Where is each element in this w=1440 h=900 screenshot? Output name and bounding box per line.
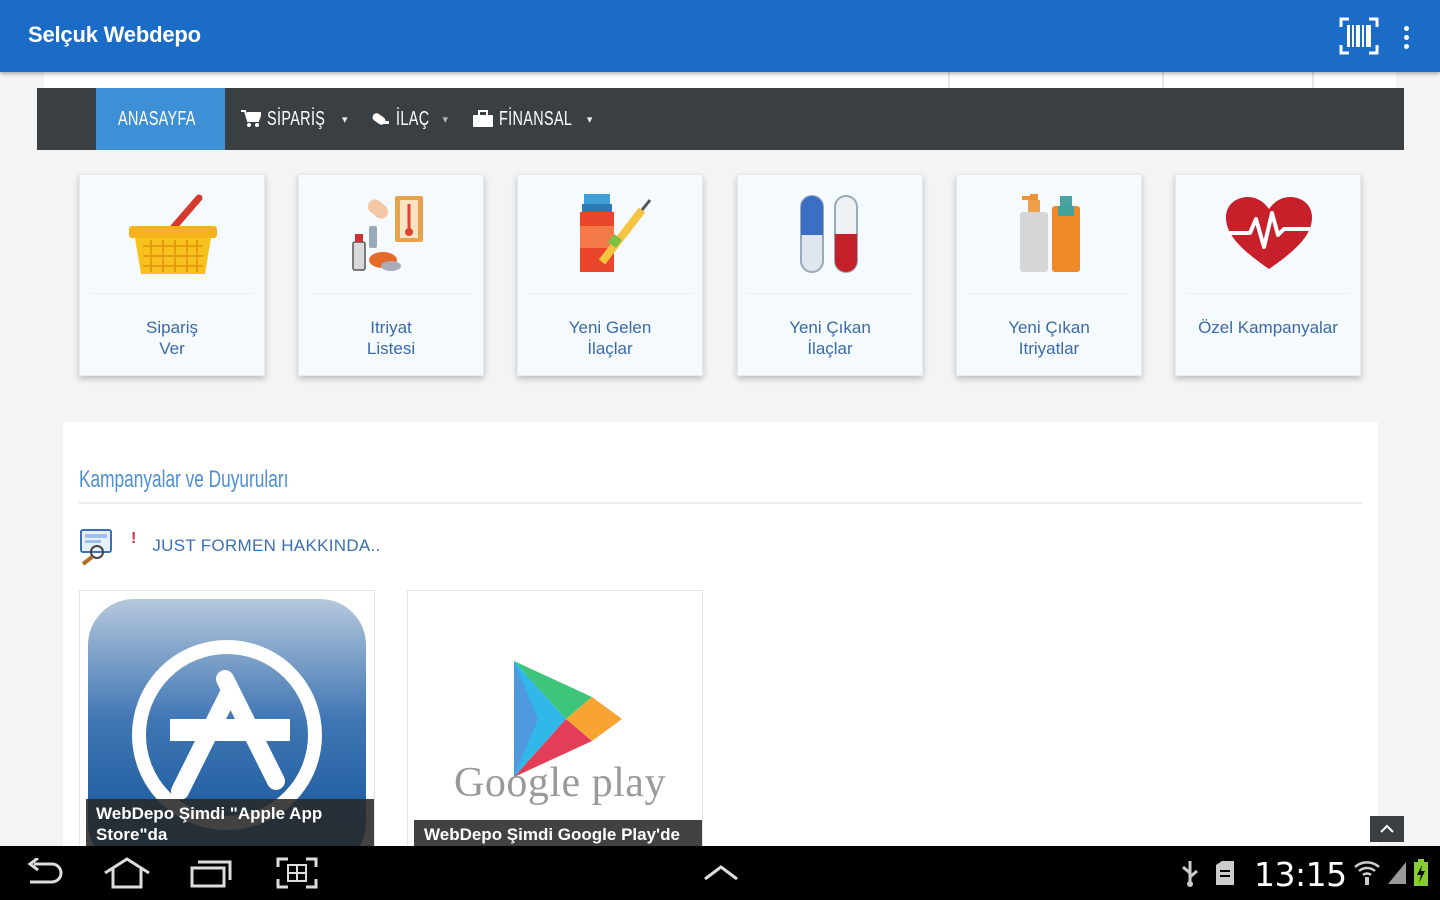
web-content: ANASAYFA SİPARİŞ ▾ İLAÇ ▾ FİNANSAL ▾ Sip… xyxy=(0,72,1440,846)
usb-status xyxy=(1178,854,1202,892)
sd-card-status xyxy=(1212,854,1238,892)
wifi-icon xyxy=(1354,861,1380,885)
barcode-scan-button[interactable] xyxy=(1338,16,1380,56)
tile-ozel-kampanyalar[interactable]: Özel Kampanyalar xyxy=(1175,174,1361,376)
home-outline-icon xyxy=(104,857,150,889)
recent-apps-icon xyxy=(190,860,232,888)
tile-siparis-ver[interactable]: Sipariş Ver xyxy=(79,174,265,376)
news-item-title[interactable]: JUST FORMEN HAKKINDA.. xyxy=(152,536,380,556)
pill-icon xyxy=(372,113,389,125)
test-tubes-icon xyxy=(800,195,858,273)
nav-ilac[interactable]: İLAÇ ▾ xyxy=(370,88,448,150)
screenshot-icon xyxy=(276,857,318,889)
nav-siparis[interactable]: SİPARİŞ ▾ xyxy=(241,88,347,150)
scroll-to-top-button[interactable] xyxy=(1370,816,1404,842)
back-icon xyxy=(27,858,63,884)
tile-yeni-cikan-itriyatlar[interactable]: Yeni Çıkan Itriyatlar xyxy=(956,174,1142,376)
overflow-menu-icon xyxy=(1403,25,1409,31)
usb-icon xyxy=(1182,861,1198,887)
monitor-search-icon xyxy=(80,529,112,566)
signal-icon xyxy=(1388,862,1406,884)
google-play-logo-text: Google play xyxy=(454,760,666,806)
app-bar: Selçuk Webdepo xyxy=(0,0,1440,72)
medicine-bottle-icon xyxy=(580,194,652,272)
sd-card-icon xyxy=(1216,861,1234,885)
signal-status xyxy=(1386,854,1408,892)
news-item[interactable]: ! JUST FORMEN HAKKINDA.. xyxy=(79,526,381,566)
recent-apps-button[interactable] xyxy=(188,854,234,892)
heartbeat-icon xyxy=(1226,197,1312,269)
status-clock: 13:15 xyxy=(1254,855,1347,894)
tile-yeni-cikan-ilaclar[interactable]: Yeni Çıkan İlaçlar xyxy=(737,174,923,376)
home-button[interactable] xyxy=(102,854,152,892)
google-play-icon xyxy=(514,661,622,777)
overflow-menu-button[interactable] xyxy=(1394,18,1418,56)
screenshot-button[interactable] xyxy=(274,854,320,892)
announcements-panel: Kampanyalar ve Duyuruları ! JUST FORMEN … xyxy=(63,422,1378,846)
wifi-status xyxy=(1352,854,1382,892)
app-title: Selçuk Webdepo xyxy=(28,22,201,47)
system-navigation-bar: 13:15 xyxy=(0,846,1440,900)
nav-finansal[interactable]: FİNANSAL ▾ xyxy=(473,88,592,150)
app-store-card[interactable]: WebDepo Şimdi "Apple App Store"da xyxy=(79,590,375,846)
basket-icon xyxy=(129,194,217,274)
google-play-card[interactable]: Google play WebDepo Şimdi Google Play'de xyxy=(407,590,703,846)
chevron-up-icon xyxy=(704,865,738,881)
barcode-scan-icon xyxy=(1339,17,1379,55)
nav-anasayfa[interactable]: ANASAYFA xyxy=(96,88,225,150)
google-play-caption: WebDepo Şimdi Google Play'de xyxy=(414,820,702,846)
announcements-heading: Kampanyalar ve Duyuruları xyxy=(79,466,289,493)
top-strip xyxy=(44,72,1396,88)
main-navbar: ANASAYFA SİPARİŞ ▾ İLAÇ ▾ FİNANSAL ▾ xyxy=(37,88,1404,150)
app-store-caption: WebDepo Şimdi "Apple App Store"da xyxy=(86,799,374,846)
news-alert-marker: ! xyxy=(131,530,137,547)
cart-icon xyxy=(241,110,261,127)
tile-yeni-gelen-ilaclar[interactable]: Yeni Gelen İlaçlar xyxy=(517,174,703,376)
battery-status xyxy=(1410,854,1432,892)
back-button[interactable] xyxy=(22,854,66,892)
lotion-bottles-icon xyxy=(1020,194,1080,272)
cosmetics-icon xyxy=(352,196,423,271)
battery-charging-icon xyxy=(1414,859,1428,886)
chevron-up-icon xyxy=(1380,824,1394,833)
briefcase-icon xyxy=(473,110,493,127)
tile-itriyat-listesi[interactable]: Itriyat Listesi xyxy=(298,174,484,376)
app-drawer-button[interactable] xyxy=(700,854,742,892)
